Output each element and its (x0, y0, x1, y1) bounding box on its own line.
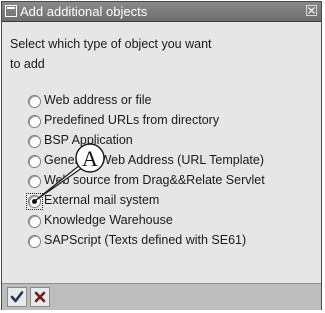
checkmark-icon (10, 291, 24, 303)
add-objects-dialog: Add additional objects Select which type… (1, 1, 322, 310)
option-label: Knowledge Warehouse (44, 213, 173, 227)
option-label: SAPScript (Texts defined with SE61) (44, 233, 247, 247)
option-label: Predefined URLs from directory (44, 113, 220, 127)
radio-external-mail[interactable] (28, 195, 41, 208)
prompt-line-2: to add (10, 57, 45, 71)
window-title: Add additional objects (20, 4, 148, 19)
close-icon (308, 7, 315, 14)
radio-url-template[interactable] (28, 155, 41, 168)
cancel-button[interactable] (30, 287, 50, 307)
radio-web-address[interactable] (28, 95, 41, 108)
option-label: Generate Web Address (URL Template) (44, 153, 265, 167)
option-label: Web address or file (44, 93, 152, 107)
option-label: Web source from Drag&&Relate Servlet (44, 173, 265, 187)
radio-knowledge-warehouse[interactable] (28, 215, 41, 228)
close-button[interactable] (306, 5, 317, 16)
option-label: External mail system (44, 193, 160, 207)
radio-predefined-urls[interactable] (28, 115, 41, 128)
radio-drag-relate[interactable] (28, 175, 41, 188)
radio-bsp-application[interactable] (28, 135, 41, 148)
title-bar: Add additional objects (2, 2, 321, 22)
prompt-text: Select which type of object you want to … (10, 34, 212, 74)
cancel-x-icon (34, 291, 46, 303)
confirm-button[interactable] (7, 287, 27, 307)
option-label: BSP Application (44, 133, 133, 147)
button-bar (2, 283, 321, 310)
prompt-line-1: Select which type of object you want (10, 37, 212, 51)
window-icon (5, 5, 17, 17)
radio-sapscript[interactable] (28, 235, 41, 248)
